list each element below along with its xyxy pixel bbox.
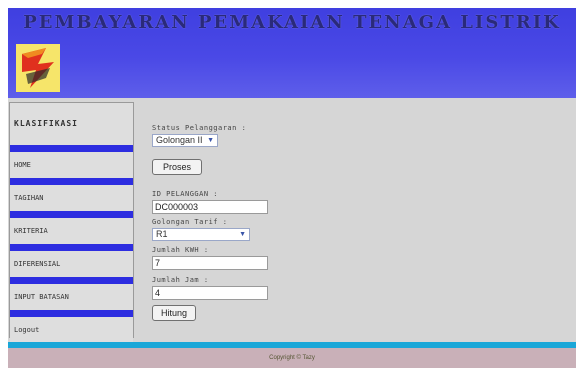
chevron-down-icon: ▼ (207, 137, 214, 144)
app-frame: PEMBAYARAN PEMAKAIAN TENAGA LISTRIK KLAS… (8, 8, 576, 368)
id-pelanggan-label: ID PELANGGAN : (152, 190, 219, 198)
jumlah-jam-field[interactable]: 4 (152, 286, 268, 300)
sidebar-item-home[interactable]: HOME (10, 152, 133, 185)
lightning-logo-icon (16, 44, 60, 92)
status-select-value: Golongan II (156, 135, 203, 145)
jumlah-kwh-label: Jumlah KWH : (152, 246, 209, 254)
jumlah-jam-label: Jumlah Jam : (152, 276, 209, 284)
golongan-tarif-value: R1 (156, 229, 168, 239)
header-banner: PEMBAYARAN PEMAKAIAN TENAGA LISTRIK (8, 8, 576, 98)
golongan-tarif-select[interactable]: R1 ▼ (152, 228, 250, 241)
sidebar-item-logout[interactable]: Logout (10, 317, 133, 343)
footer: Copyright © Tazy (8, 348, 576, 368)
sidebar-item-input-batasan[interactable]: INPUT BATASAN (10, 284, 133, 317)
copyright-text: Copyright © Tazy (269, 355, 315, 361)
status-label: Status Pelanggaran : (152, 124, 247, 132)
golongan-tarif-label: Golongan Tarif : (152, 218, 228, 226)
proses-button[interactable]: Proses (152, 159, 202, 175)
status-select[interactable]: Golongan II ▼ (152, 134, 218, 147)
hitung-button[interactable]: Hitung (152, 305, 196, 321)
chevron-down-icon: ▼ (239, 231, 246, 238)
sidebar-item-diferensial[interactable]: DIFERENSIAL (10, 251, 133, 284)
main-form: Status Pelanggaran : Golongan II ▼ Prose… (144, 102, 564, 338)
sidebar-menu: KLASIFIKASI HOME TAGIHAN KRITERIA DIFERE… (9, 102, 134, 343)
page-title: PEMBAYARAN PEMAKAIAN TENAGA LISTRIK (23, 12, 561, 33)
sidebar-item-kriteria[interactable]: KRITERIA (10, 218, 133, 251)
sidebar-heading: KLASIFIKASI (10, 103, 133, 152)
sidebar-item-tagihan[interactable]: TAGIHAN (10, 185, 133, 218)
jumlah-kwh-field[interactable]: 7 (152, 256, 268, 270)
id-pelanggan-field[interactable]: DC000003 (152, 200, 268, 214)
